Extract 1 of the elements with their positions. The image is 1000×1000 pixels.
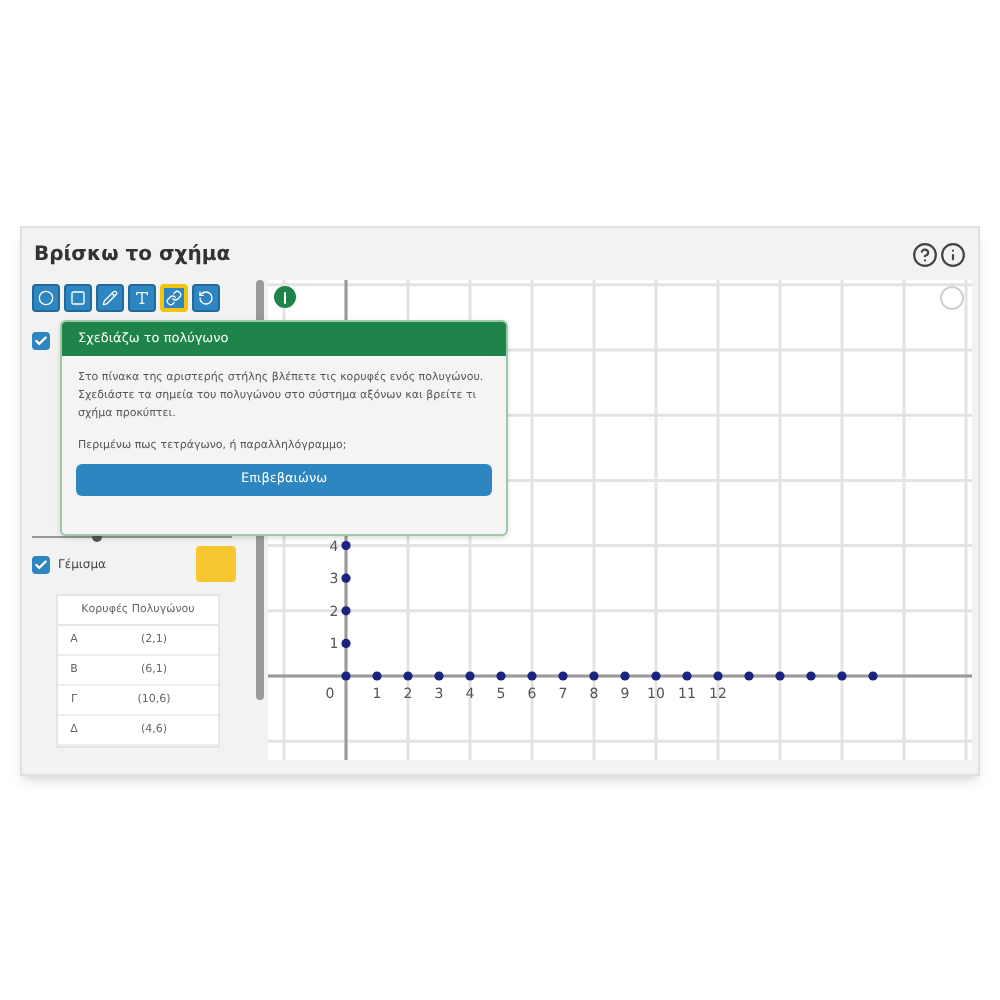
- app-title: Βρίσκω το σχήμα: [34, 241, 231, 269]
